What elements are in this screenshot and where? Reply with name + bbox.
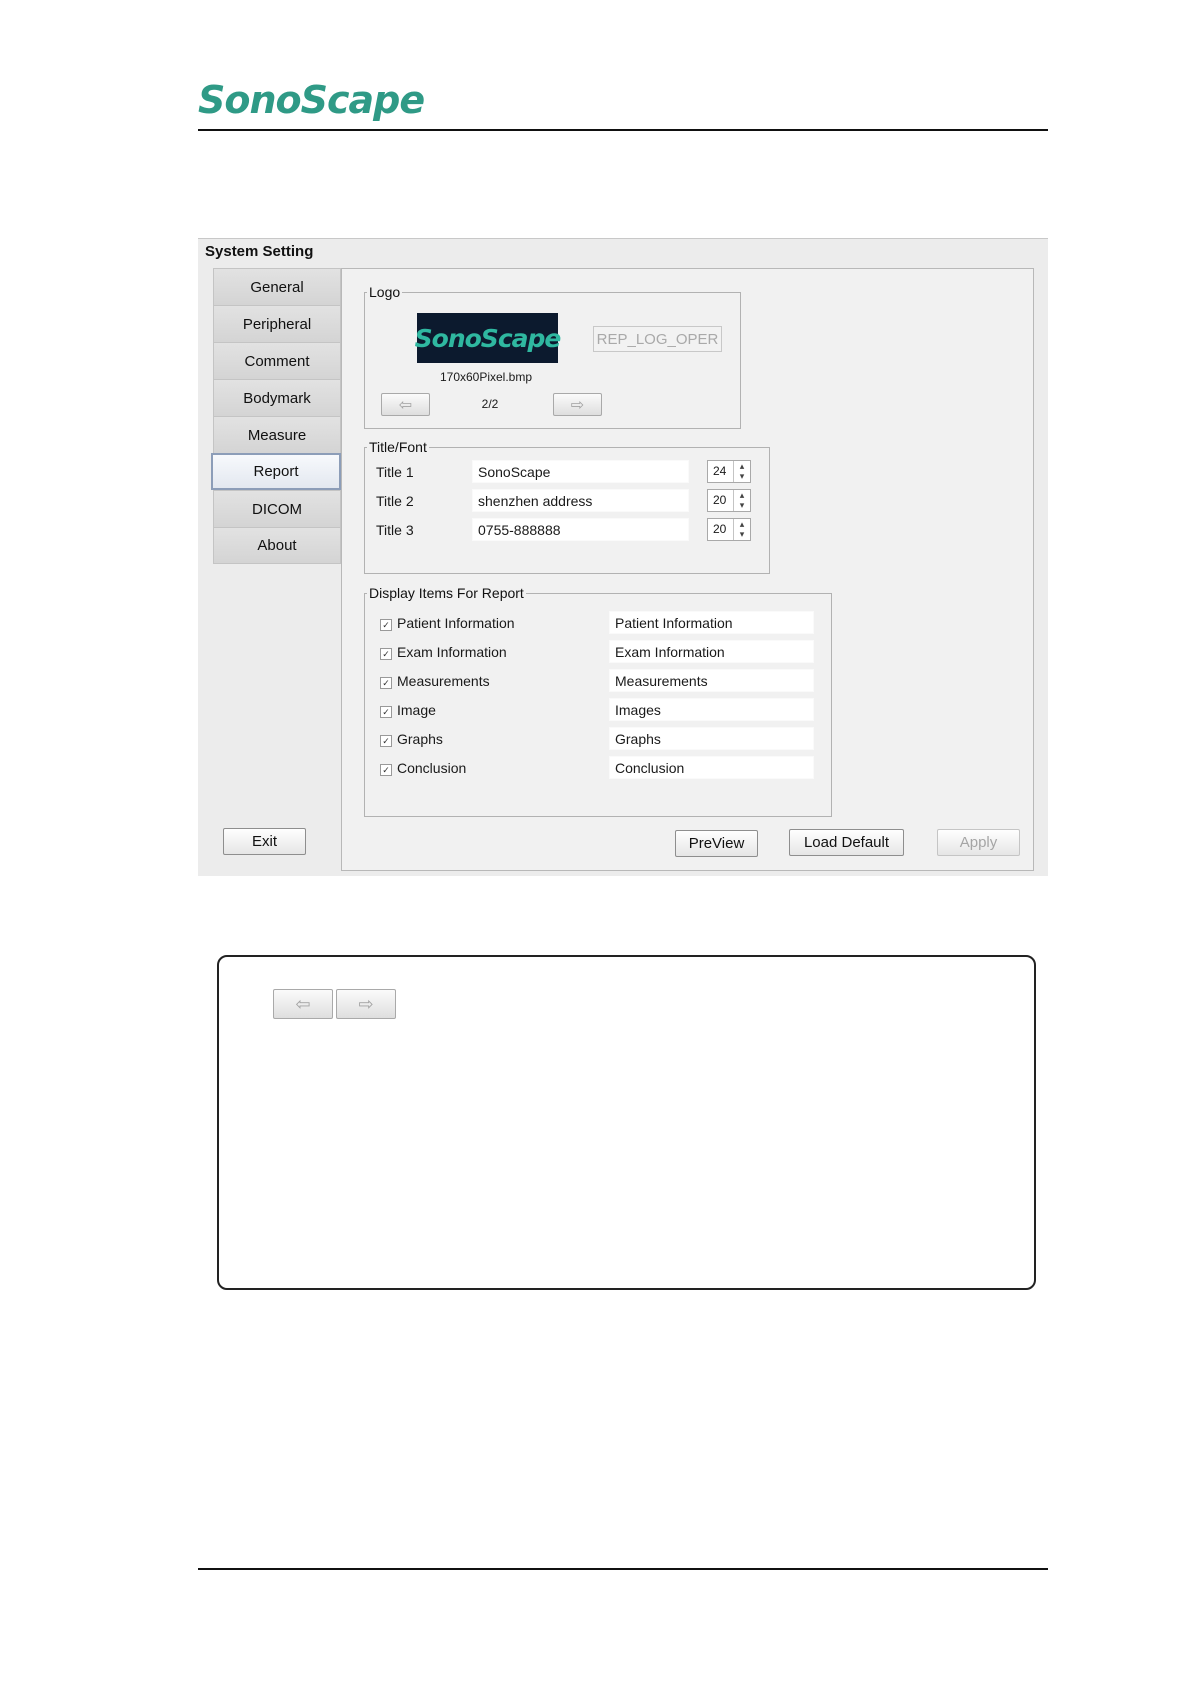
exam-information-label: Exam Information [397,644,507,660]
logo-file-name: 170x60Pixel.bmp [439,370,533,384]
tab-about[interactable]: About [213,527,341,564]
report-settings-panel: Logo SonoScape REP_LOG_OPER 170x60Pixel.… [341,268,1034,871]
title-2-input[interactable]: shenzhen address [472,489,689,512]
arrow-right-icon: ⇨ [358,993,374,1014]
image-checkbox[interactable]: ✓ [380,706,392,718]
exit-button[interactable]: Exit [223,828,306,855]
conclusion-input[interactable]: Conclusion [609,756,814,779]
title-1-font-size-value: 24 [713,464,727,478]
logo-group-label: Logo [367,284,403,300]
title-2-font-size-spinbox[interactable]: 20 ▴ ▾ [707,489,751,512]
conclusion-checkbox[interactable]: ✓ [380,764,392,776]
apply-button[interactable]: Apply [937,829,1020,856]
exam-information-input[interactable]: Exam Information [609,640,814,663]
rep-log-oper-button[interactable]: REP_LOG_OPER [593,326,722,352]
note-prev-button: ⇦ [273,989,333,1019]
measurements-label: Measurements [397,673,490,689]
title-2-font-size-value: 20 [713,493,727,507]
title-3-input[interactable]: 0755-888888 [472,518,689,541]
title-1-label: Title 1 [376,464,414,480]
system-setting-dialog: System Setting General Peripheral Commen… [198,238,1048,876]
title-3-label: Title 3 [376,522,414,538]
arrow-left-icon: ⇦ [295,993,311,1014]
spin-arrows-icon[interactable]: ▴ ▾ [733,461,750,482]
settings-tab-list: General Peripheral Comment Bodymark Meas… [211,268,341,564]
graphs-label: Graphs [397,731,443,747]
tab-measure[interactable]: Measure [213,416,341,453]
title-3-font-size-value: 20 [713,522,727,536]
header-rule [198,129,1048,131]
graphs-checkbox[interactable]: ✓ [380,735,392,747]
conclusion-label: Conclusion [397,760,467,776]
title-font-group-label: Title/Font [367,439,429,455]
title-1-input[interactable]: SonoScape [472,460,689,483]
note-next-button: ⇨ [336,989,396,1019]
footer-rule [198,1568,1048,1570]
brand-logo: SonoScape [198,78,425,122]
spin-arrows-icon[interactable]: ▴ ▾ [733,490,750,511]
measurements-input[interactable]: Measurements [609,669,814,692]
logo-group: Logo SonoScape REP_LOG_OPER 170x60Pixel.… [364,284,741,429]
note-box: ⇦ ⇨ [217,955,1036,1290]
arrow-left-icon: ⇦ [398,396,413,414]
logo-page-indicator: 2/2 [481,397,499,411]
spin-arrows-icon[interactable]: ▴ ▾ [733,519,750,540]
image-label: Image [397,702,436,718]
logo-prev-button[interactable]: ⇦ [381,393,430,416]
patient-information-checkbox[interactable]: ✓ [380,619,392,631]
dialog-title: System Setting [205,243,314,260]
logo-next-button[interactable]: ⇨ [553,393,602,416]
title-3-font-size-spinbox[interactable]: 20 ▴ ▾ [707,518,751,541]
title-1-font-size-spinbox[interactable]: 24 ▴ ▾ [707,460,751,483]
patient-information-input[interactable]: Patient Information [609,611,814,634]
display-items-group-label: Display Items For Report [367,585,526,601]
arrow-right-icon: ⇨ [570,396,585,414]
tab-dicom[interactable]: DICOM [213,490,341,527]
tab-report[interactable]: Report [211,453,341,490]
load-default-button[interactable]: Load Default [789,829,904,856]
graphs-input[interactable]: Graphs [609,727,814,750]
display-items-group: Display Items For Report ✓ Patient Infor… [364,585,832,817]
exam-information-checkbox[interactable]: ✓ [380,648,392,660]
logo-preview: SonoScape [415,313,561,363]
tab-peripheral[interactable]: Peripheral [213,305,341,342]
title-2-label: Title 2 [376,493,414,509]
preview-button[interactable]: PreView [675,830,758,857]
title-font-group: Title/Font Title 1 SonoScape 24 ▴ ▾ Title… [364,439,770,574]
tab-bodymark[interactable]: Bodymark [213,379,341,416]
tab-comment[interactable]: Comment [213,342,341,379]
images-input[interactable]: Images [609,698,814,721]
measurements-checkbox[interactable]: ✓ [380,677,392,689]
tab-general[interactable]: General [213,268,341,305]
patient-information-label: Patient Information [397,615,515,631]
